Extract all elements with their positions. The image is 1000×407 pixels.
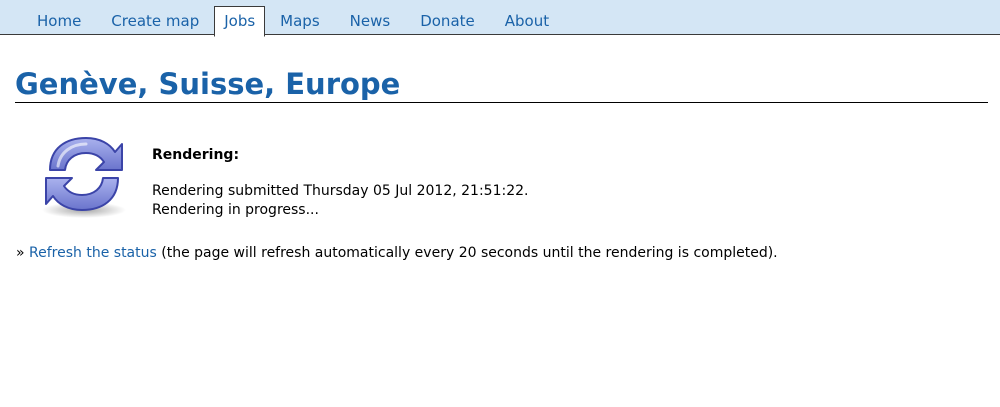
status-progress-text: Rendering in progress... xyxy=(152,202,319,218)
refresh-status-link[interactable]: Refresh the status xyxy=(29,245,157,261)
nav-tab-news[interactable]: News xyxy=(335,6,406,35)
refresh-icon xyxy=(36,126,132,222)
nav-tab-about[interactable]: About xyxy=(490,6,564,35)
refresh-status-line: » Refresh the status (the page will refr… xyxy=(16,244,778,262)
nav-tab-create-map[interactable]: Create map xyxy=(96,6,214,35)
refresh-note: (the page will refresh automatically eve… xyxy=(161,245,778,261)
status-submitted-text: Rendering submitted Thursday 05 Jul 2012… xyxy=(152,183,529,199)
nav-tab-home[interactable]: Home xyxy=(22,6,96,35)
bullet-prefix: » xyxy=(16,245,25,261)
nav-tab-jobs[interactable]: Jobs xyxy=(214,6,266,37)
nav-tab-maps[interactable]: Maps xyxy=(265,6,334,35)
nav-tabs: Home Create map Jobs Maps News Donate Ab… xyxy=(22,6,564,37)
nav-tab-donate[interactable]: Donate xyxy=(405,6,490,35)
page-title: Genève, Suisse, Europe xyxy=(15,66,988,103)
status-heading: Rendering: xyxy=(152,147,240,163)
top-navigation-bar: Home Create map Jobs Maps News Donate Ab… xyxy=(0,0,1000,37)
